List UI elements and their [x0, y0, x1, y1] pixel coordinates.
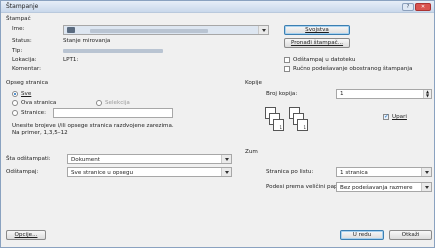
- chevron-down-icon[interactable]: [421, 168, 431, 176]
- range-all-label: Sve: [21, 91, 32, 97]
- find-printer-button[interactable]: Pronađi štampač...: [284, 38, 350, 48]
- status-value: Stanje mirovanja: [63, 38, 111, 44]
- range-pages-label: Stranice:: [21, 110, 46, 116]
- window-controls: ? ✕: [402, 3, 431, 11]
- copies-count-label: Broj kopija:: [266, 91, 298, 97]
- print-to-file-checkbox[interactable]: [284, 57, 290, 63]
- location-value: LPT1:: [63, 57, 79, 63]
- range-selection-radio[interactable]: [96, 100, 102, 106]
- range-current-radio[interactable]: [12, 100, 18, 106]
- type-value: [63, 49, 163, 53]
- printer-name-label: Ime:: [12, 26, 25, 32]
- printer-name-value: [90, 29, 208, 33]
- chevron-down-icon[interactable]: [258, 26, 268, 34]
- collate-preview: 3 2 1 3 2 1: [263, 107, 333, 137]
- status-label: Status:: [12, 38, 32, 44]
- print-what-label: Šta odštampati:: [6, 156, 51, 162]
- window-title: Štampanje: [6, 3, 39, 10]
- page-range-group-label: Opseg stranica: [6, 80, 49, 86]
- spinner-icon[interactable]: ▲ ▼: [423, 90, 431, 98]
- pages-per-sheet-label: Stranica po listu:: [266, 169, 314, 175]
- chevron-down-icon[interactable]: [221, 155, 231, 163]
- scale-to-paper-label: Podesi prema veličini papira:: [266, 184, 347, 190]
- copies-count-input[interactable]: 1 ▲ ▼: [336, 89, 432, 99]
- printer-icon: [67, 27, 75, 33]
- print-to-file-label: Odštampaj u datoteku: [293, 57, 356, 63]
- range-all-radio[interactable]: [12, 91, 18, 97]
- manual-duplex-checkbox[interactable]: [284, 66, 290, 72]
- print-select[interactable]: Sve stranice u opsegu: [67, 167, 232, 177]
- collate-label: Upari: [392, 114, 407, 120]
- page-range-hint: Unesite brojeve i/ili opsege stranica ra…: [12, 123, 174, 136]
- ok-button[interactable]: U redu: [340, 230, 384, 240]
- pages-per-sheet-select[interactable]: 1 stranica: [336, 167, 432, 177]
- chevron-down-icon[interactable]: [221, 168, 231, 176]
- print-label: Odštampaj:: [6, 169, 39, 175]
- zoom-group-label: Zum: [245, 149, 258, 155]
- close-icon[interactable]: ✕: [415, 3, 431, 11]
- printer-group-label: Štampač: [6, 16, 31, 22]
- collate-page-icon: 1: [297, 119, 308, 131]
- range-pages-radio[interactable]: [12, 110, 18, 116]
- properties-button[interactable]: Svojstva: [284, 25, 350, 35]
- cancel-button[interactable]: Otkaži: [389, 230, 432, 240]
- range-selection-label: Selekcija: [105, 100, 130, 106]
- manual-duplex-label: Ručno podešavanje obostranog štampanja: [293, 66, 413, 72]
- chevron-down-icon[interactable]: [421, 183, 431, 191]
- comment-label: Komentar:: [12, 66, 41, 72]
- range-current-label: Ova stranica: [21, 100, 57, 106]
- pages-input[interactable]: [53, 108, 173, 118]
- help-icon[interactable]: ?: [402, 3, 414, 11]
- collate-page-icon: 1: [273, 119, 284, 131]
- collate-checkbox[interactable]: ✓: [383, 113, 389, 120]
- options-button[interactable]: Opcije...: [6, 230, 46, 240]
- title-bar: Štampanje ? ✕: [1, 1, 434, 13]
- copies-group-label: Kopije: [245, 80, 262, 86]
- location-label: Lokacija:: [12, 57, 37, 63]
- print-dialog: Štampanje ? ✕ Štampač Ime: Svojstva Stat…: [0, 0, 435, 248]
- scale-to-paper-select[interactable]: Bez podešavanja razmere: [336, 182, 432, 192]
- printer-name-select[interactable]: [63, 25, 269, 35]
- print-what-select[interactable]: Dokument: [67, 154, 232, 164]
- type-label: Tip:: [12, 48, 23, 54]
